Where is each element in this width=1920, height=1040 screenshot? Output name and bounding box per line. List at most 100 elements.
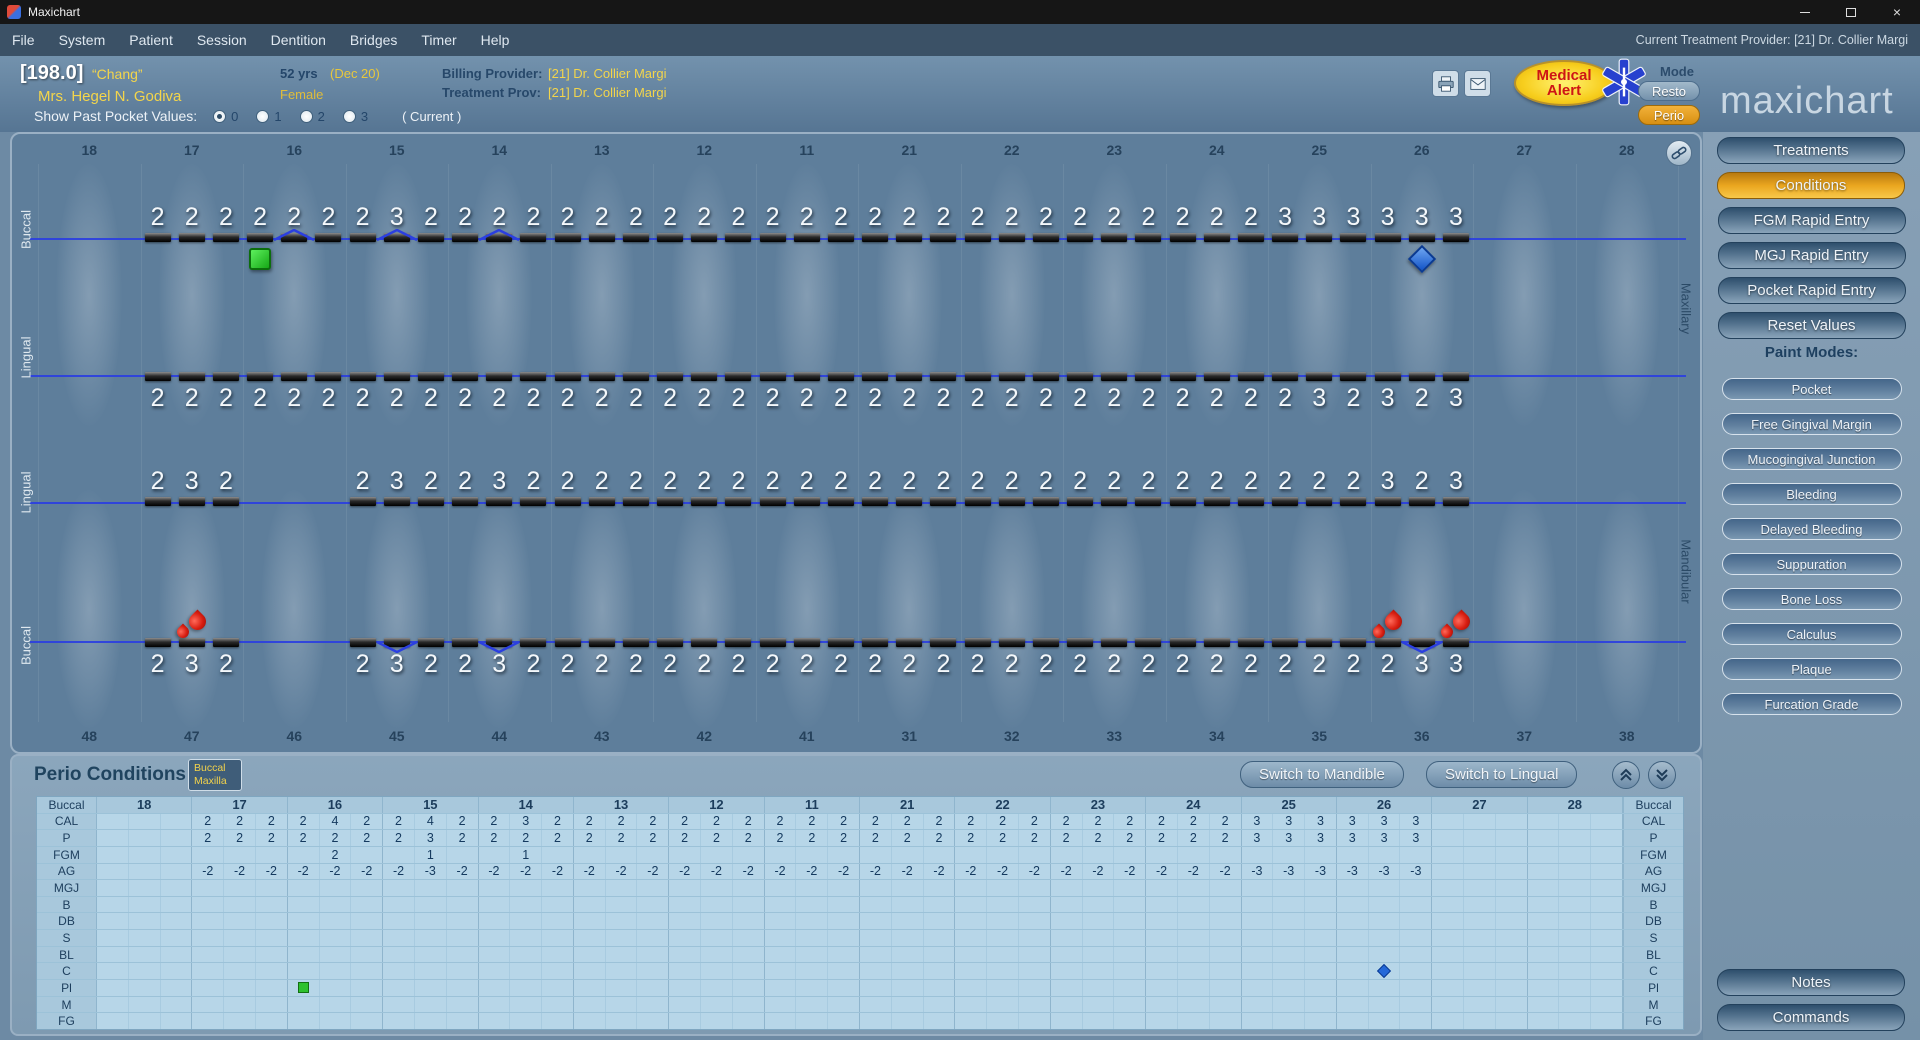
switch-to-lingual-button[interactable]: Switch to Lingual <box>1426 761 1577 788</box>
menu-item-patient[interactable]: Patient <box>129 32 173 48</box>
table-cell[interactable] <box>1432 947 1464 963</box>
table-cell[interactable] <box>1273 963 1305 979</box>
table-cell[interactable] <box>1178 913 1210 929</box>
table-cell[interactable]: 2 <box>1019 814 1050 830</box>
collapse-panel-button[interactable] <box>1612 761 1640 789</box>
table-cell[interactable] <box>1051 930 1083 946</box>
table-cell[interactable]: 2 <box>447 814 478 830</box>
pocket-value[interactable]: 2 <box>834 383 848 413</box>
table-cell[interactable] <box>479 880 511 896</box>
table-cell[interactable] <box>1400 947 1431 963</box>
table-cell[interactable] <box>1464 913 1496 929</box>
table-cell[interactable] <box>1369 947 1401 963</box>
table-cell[interactable] <box>1464 830 1496 846</box>
table-cell[interactable] <box>1496 930 1527 946</box>
table-cell[interactable] <box>606 913 638 929</box>
pocket-value[interactable]: 2 <box>936 649 950 679</box>
table-cell[interactable] <box>574 963 606 979</box>
table-cell[interactable] <box>1559 963 1591 979</box>
table-cell[interactable] <box>1369 980 1401 996</box>
table-cell[interactable] <box>1559 997 1591 1013</box>
table-cell[interactable] <box>161 980 192 996</box>
tooth-number-42[interactable]: 42 <box>653 728 756 744</box>
table-cell[interactable] <box>1337 897 1369 913</box>
table-cell[interactable] <box>1051 897 1083 913</box>
tab-conditions[interactable]: Conditions <box>1717 172 1905 199</box>
paint-mode-bleeding[interactable]: Bleeding <box>1722 483 1902 505</box>
table-cell[interactable] <box>1019 913 1050 929</box>
table-cell[interactable] <box>1051 1013 1083 1029</box>
table-cell[interactable] <box>796 897 828 913</box>
table-cell[interactable]: 2 <box>1083 814 1115 830</box>
paint-mode-furcation-grade[interactable]: Furcation Grade <box>1722 693 1902 715</box>
table-cell[interactable]: 2 <box>1146 814 1178 830</box>
table-cell[interactable] <box>510 897 542 913</box>
table-tooth-header-13[interactable]: 13 <box>574 797 669 813</box>
table-cell[interactable]: 2 <box>892 814 924 830</box>
table-cell[interactable] <box>256 963 287 979</box>
table-cell[interactable]: 3 <box>1337 814 1369 830</box>
table-cell[interactable] <box>1432 880 1464 896</box>
table-cell[interactable] <box>1528 980 1560 996</box>
pocket-value[interactable]: 2 <box>253 202 267 232</box>
pocket-value[interactable]: 2 <box>561 649 575 679</box>
table-cell[interactable]: 2 <box>1210 814 1241 830</box>
table-cell[interactable] <box>1464 1013 1496 1029</box>
table-cell[interactable] <box>256 897 287 913</box>
table-cell[interactable] <box>542 947 573 963</box>
table-tooth-header-18[interactable]: 18 <box>97 797 192 813</box>
pocket-value[interactable]: 2 <box>1210 466 1224 496</box>
pocket-value[interactable]: 2 <box>390 383 404 413</box>
expand-panel-button[interactable] <box>1648 761 1676 789</box>
table-cell[interactable] <box>256 1013 287 1029</box>
table-cell[interactable] <box>129 913 161 929</box>
table-cell[interactable] <box>1083 897 1115 913</box>
table-cell[interactable] <box>669 913 701 929</box>
table-cell[interactable]: 2 <box>351 830 382 846</box>
table-cell[interactable] <box>1496 913 1527 929</box>
table-cell[interactable] <box>224 1013 256 1029</box>
table-cell[interactable] <box>1305 963 1336 979</box>
table-cell[interactable] <box>828 847 859 863</box>
table-cell[interactable] <box>510 980 542 996</box>
table-cell[interactable] <box>701 947 733 963</box>
table-cell[interactable] <box>129 880 161 896</box>
bleeding-marker[interactable] <box>176 611 208 643</box>
pocket-value[interactable]: 2 <box>1141 466 1155 496</box>
table-cell[interactable] <box>955 913 987 929</box>
table-cell[interactable] <box>447 980 478 996</box>
table-cell[interactable] <box>637 930 668 946</box>
table-cell[interactable]: 2 <box>1114 830 1145 846</box>
table-cell[interactable]: -2 <box>479 864 511 880</box>
table-cell[interactable]: -2 <box>1019 864 1050 880</box>
table-cell[interactable]: 2 <box>606 814 638 830</box>
table-cell[interactable] <box>606 947 638 963</box>
table-cell[interactable] <box>1146 963 1178 979</box>
table-cell[interactable] <box>1591 814 1622 830</box>
pocket-value[interactable]: 2 <box>151 649 165 679</box>
pocket-value[interactable]: 2 <box>1039 649 1053 679</box>
table-cell[interactable] <box>1591 897 1622 913</box>
table-tooth-header-15[interactable]: 15 <box>383 797 478 813</box>
table-cell[interactable] <box>129 864 161 880</box>
table-cell[interactable] <box>542 897 573 913</box>
pocket-value[interactable]: 2 <box>1039 383 1053 413</box>
paint-mode-suppuration[interactable]: Suppuration <box>1722 553 1902 575</box>
table-cell[interactable] <box>1114 997 1145 1013</box>
pocket-value[interactable]: 3 <box>1346 202 1360 232</box>
table-cell[interactable] <box>1083 930 1115 946</box>
pocket-value[interactable]: 3 <box>1381 383 1395 413</box>
table-cell[interactable] <box>1242 963 1274 979</box>
notes-button[interactable]: Notes <box>1717 969 1905 996</box>
pocket-value[interactable]: 3 <box>1312 383 1326 413</box>
table-cell[interactable]: -2 <box>606 864 638 880</box>
pocket-value[interactable]: 2 <box>1176 649 1190 679</box>
pocket-value[interactable]: 2 <box>219 383 233 413</box>
table-cell[interactable] <box>892 980 924 996</box>
table-cell[interactable] <box>224 897 256 913</box>
pocket-value[interactable]: 2 <box>219 649 233 679</box>
tooth-number-32[interactable]: 32 <box>961 728 1064 744</box>
table-cell[interactable] <box>1432 963 1464 979</box>
table-cell[interactable] <box>288 847 320 863</box>
table-cell[interactable] <box>828 963 859 979</box>
